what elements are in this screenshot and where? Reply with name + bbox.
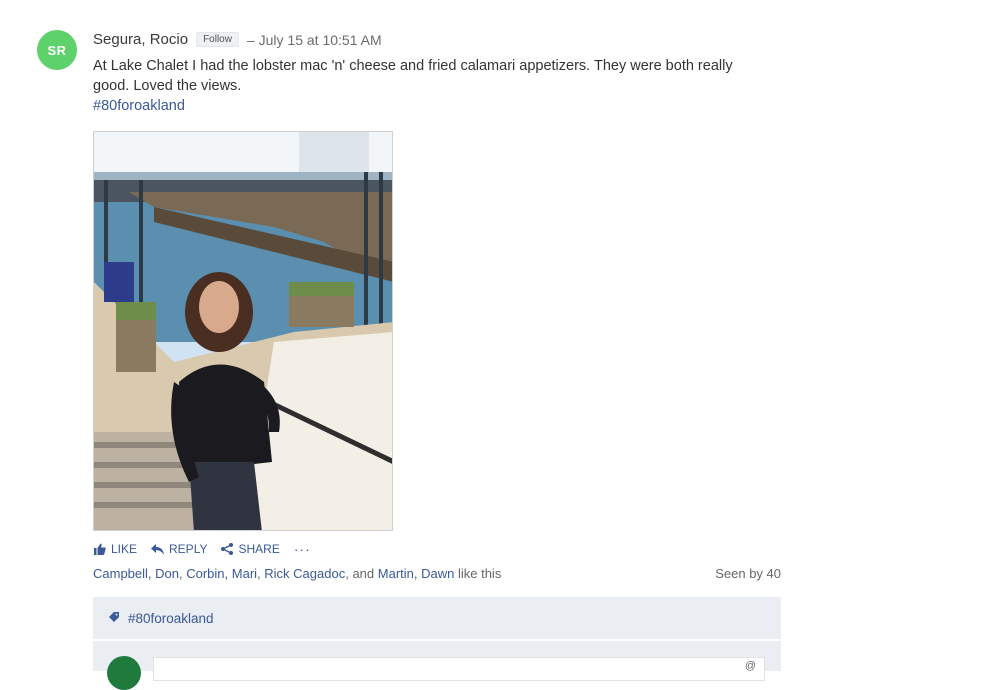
- tag-icon: [109, 611, 120, 626]
- photo-image: [94, 132, 392, 530]
- like-label: LIKE: [111, 542, 138, 556]
- post-text: At Lake Chalet I had the lobster mac 'n'…: [93, 58, 733, 94]
- reply-input[interactable]: @: [153, 657, 765, 681]
- current-user-avatar: [107, 656, 141, 690]
- author-avatar[interactable]: SR: [37, 30, 77, 70]
- liker-link[interactable]: Martin, Dawn: [378, 566, 455, 581]
- reply-arrow-icon: [151, 543, 165, 555]
- post-timestamp[interactable]: – July 15 at 10:51 AM: [247, 32, 382, 48]
- share-label: SHARE: [238, 542, 280, 556]
- post-header: Segura, Rocio Follow – July 15 at 10:51 …: [93, 31, 382, 48]
- avatar-initials: SR: [47, 42, 67, 58]
- topic-bar: #80foroakland: [93, 597, 781, 639]
- like-button[interactable]: LIKE: [93, 542, 137, 556]
- likes-summary: Campbell, Don, Corbin, Mari, Rick Cagado…: [93, 566, 502, 581]
- post-actions: LIKE REPLY SHARE ···: [93, 541, 311, 557]
- topic-label: #80foroakland: [128, 610, 214, 626]
- liker-link[interactable]: Rick Cagadoc: [264, 566, 345, 581]
- seen-count[interactable]: Seen by 40: [715, 566, 781, 581]
- post-photo[interactable]: [93, 131, 393, 531]
- share-button[interactable]: SHARE: [221, 542, 280, 556]
- reply-button[interactable]: REPLY: [151, 542, 207, 556]
- share-icon: [221, 543, 234, 555]
- hashtag-link[interactable]: #80foroakland: [93, 98, 185, 114]
- more-options-icon[interactable]: ···: [294, 541, 311, 557]
- likes-and-text: and: [352, 566, 375, 581]
- likes-suffix: like this: [457, 566, 502, 581]
- thumbs-up-icon: [93, 543, 106, 555]
- liker-link[interactable]: Corbin, Mari: [186, 566, 257, 581]
- topic-link[interactable]: #80foroakland: [109, 611, 214, 626]
- mention-icon[interactable]: @: [745, 660, 756, 672]
- post-body: At Lake Chalet I had the lobster mac 'n'…: [93, 56, 763, 116]
- liker-link[interactable]: Campbell, Don: [93, 566, 179, 581]
- reply-label: REPLY: [169, 542, 208, 556]
- author-name[interactable]: Segura, Rocio: [93, 31, 188, 48]
- follow-button[interactable]: Follow: [196, 32, 239, 47]
